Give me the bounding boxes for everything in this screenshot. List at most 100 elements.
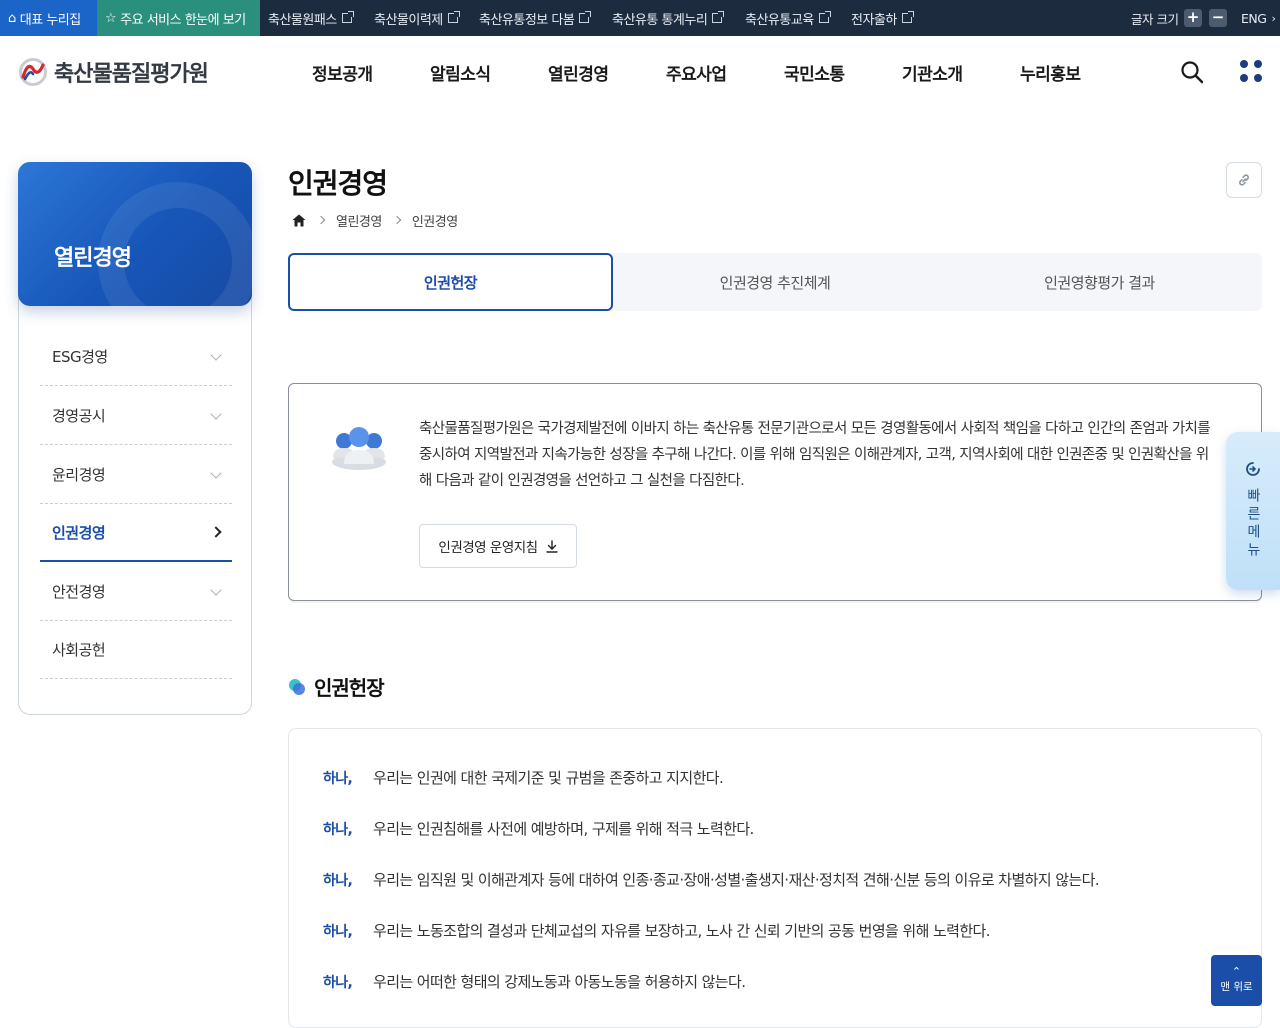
sidebar-item-human-rights[interactable]: 인권경영 <box>40 504 232 562</box>
sidebar-item-label: 경영공시 <box>52 407 106 425</box>
topbar-link-e-shipment[interactable]: 전자출하 <box>851 0 914 36</box>
topbar-link-statistics[interactable]: 축산유통 통계누리 <box>612 0 725 36</box>
topbar-link-onepass[interactable]: 축산물원패스 <box>268 0 354 36</box>
list-item: 하나, 우리는 어떠한 형태의 강제노동과 아동노동을 허용하지 않는다. <box>323 971 746 992</box>
share-link-button[interactable] <box>1226 162 1262 198</box>
site-header: 축산물품질평가원 정보공개 알림소식 열린경영 주요사업 국민소통 기관소개 누… <box>0 36 1280 108</box>
menu-dot <box>1240 74 1248 82</box>
intro-box: 축산물품질평가원은 국가경제발전에 이바지 하는 축산유통 전문기관으로서 모든… <box>288 383 1262 601</box>
language-label: ENG <box>1241 10 1267 26</box>
quick-menu-label: 빠른메뉴 <box>1245 488 1261 560</box>
topbar-link-dabom[interactable]: 축산유통정보 다봄 <box>479 0 592 36</box>
font-decrease-button[interactable]: − <box>1209 9 1227 27</box>
nav-info-disclosure[interactable]: 정보공개 <box>312 60 373 85</box>
sidebar-item-safety[interactable]: 안전경영 <box>40 563 232 621</box>
list-item: 하나, 우리는 인권침해를 사전에 예방하며, 구제를 위해 적극 노력한다. <box>323 818 754 839</box>
download-icon <box>545 539 558 553</box>
quick-menu-button[interactable]: 빠른메뉴 <box>1226 432 1280 590</box>
topbar-link-label: 축산유통 통계누리 <box>612 12 708 28</box>
site-logo[interactable]: 축산물품질평가원 <box>18 56 209 88</box>
list-item: 하나, 우리는 인권에 대한 국제기준 및 규범을 존중하고 지지한다. <box>323 767 724 788</box>
back-to-top-button[interactable]: ⌃ 맨 위로 <box>1211 955 1262 1006</box>
logo-mark-icon <box>19 58 47 86</box>
sidebar-item-disclosure[interactable]: 경영공시 <box>40 387 232 445</box>
external-link-icon <box>447 11 460 23</box>
language-eng-link[interactable]: ENG › <box>1241 0 1276 36</box>
nav-communication[interactable]: 국민소통 <box>784 60 845 85</box>
home-icon[interactable] <box>292 214 306 227</box>
nav-about[interactable]: 기관소개 <box>902 60 963 85</box>
list-item-lead: 하나, <box>323 821 353 838</box>
chevron-right-icon <box>210 526 222 538</box>
search-icon[interactable] <box>1180 60 1204 84</box>
utility-bar: ⌂ 대표 누리집 ☆ 주요 서비스 한눈에 보기 축산물원패스 축산물이력제 축… <box>0 0 1280 36</box>
link-icon <box>1239 174 1249 186</box>
section-heading: 인권헌장 <box>288 672 385 701</box>
section-title: 인권헌장 <box>314 676 385 700</box>
chevron-down-icon <box>210 583 222 596</box>
breadcrumb-separator-icon <box>316 215 326 225</box>
tab-promotion-system[interactable]: 인권경영 추진체계 <box>613 253 937 311</box>
sidebar-item-label: 안전경영 <box>52 583 106 601</box>
nav-news[interactable]: 알림소식 <box>430 60 491 85</box>
list-item-text: 우리는 인권침해를 사전에 예방하며, 구제를 위해 적극 노력한다. <box>373 820 754 838</box>
topbar-link-education[interactable]: 축산유통교육 <box>745 0 831 36</box>
external-link-icon <box>712 11 725 23</box>
breadcrumb: 열린경영 인권경영 <box>292 210 458 230</box>
nav-promotion[interactable]: 누리홍보 <box>1020 60 1081 85</box>
guideline-download-button[interactable]: 인권경영 운영지침 <box>419 524 577 568</box>
tab-human-rights-charter[interactable]: 인권헌장 <box>288 253 613 311</box>
star-icon: ☆ <box>105 10 117 26</box>
topbar-link-traceability[interactable]: 축산물이력제 <box>374 0 460 36</box>
chevron-up-icon: ⌃ <box>1231 965 1242 978</box>
chevron-down-icon <box>210 348 222 361</box>
external-link-icon <box>579 11 592 23</box>
list-item: 하나, 우리는 노동조합의 결성과 단체교섭의 자유를 보장하고, 노사 간 신… <box>323 920 991 941</box>
sidebar-item-label: 인권경영 <box>52 523 106 542</box>
topbar-link-label: 축산물이력제 <box>374 12 443 28</box>
external-link-icon <box>901 11 914 23</box>
list-item-lead: 하나, <box>323 974 353 991</box>
people-group-icon <box>332 427 386 470</box>
breadcrumb-open-management[interactable]: 열린경영 <box>336 211 382 230</box>
home-icon: ⌂ <box>8 10 16 26</box>
sidebar-item-label: 사회공헌 <box>52 641 106 659</box>
topbar-link-label: 전자출하 <box>851 12 897 28</box>
content-tabs: 인권헌장 인권경영 추진체계 인권영향평가 결과 <box>288 253 1262 311</box>
section-bullet-icon <box>289 678 305 695</box>
side-nav-header: 열린경영 <box>18 162 252 306</box>
quick-menu-icon <box>1246 462 1260 476</box>
topbar-link-label: 축산유통정보 다봄 <box>479 12 575 28</box>
font-size-label: 글자 크기 <box>1131 11 1179 27</box>
list-item-text: 우리는 인권에 대한 국제기준 및 규범을 존중하고 지지한다. <box>373 769 724 787</box>
nav-major-business[interactable]: 주요사업 <box>666 60 727 85</box>
nav-open-management[interactable]: 열린경영 <box>548 60 609 85</box>
topbar-link-label: 축산유통교육 <box>745 12 814 28</box>
list-item: 하나, 우리는 임직원 및 이해관계자 등에 대하여 인종·종교·장애·성별·출… <box>323 869 1100 890</box>
list-item-text: 우리는 노동조합의 결성과 단체교섭의 자유를 보장하고, 노사 간 신뢰 기반… <box>373 922 991 940</box>
list-item-lead: 하나, <box>323 923 353 940</box>
chevron-down-icon <box>210 466 222 479</box>
font-increase-button[interactable]: + <box>1184 9 1202 27</box>
tab-impact-assessment[interactable]: 인권영향평가 결과 <box>937 253 1262 311</box>
sidebar-item-esg[interactable]: ESG경영 <box>40 328 232 386</box>
home-link[interactable]: ⌂ 대표 누리집 <box>0 0 97 36</box>
breadcrumb-human-rights[interactable]: 인권경영 <box>412 211 458 230</box>
sidebar-item-ethics[interactable]: 윤리경영 <box>40 446 232 504</box>
external-link-icon <box>341 11 354 23</box>
breadcrumb-separator-icon <box>392 215 402 225</box>
external-link-icon <box>818 11 831 23</box>
charter-list: 하나, 우리는 인권에 대한 국제기준 및 규범을 존중하고 지지한다. 하나,… <box>288 728 1262 1028</box>
services-overview-link[interactable]: ☆ 주요 서비스 한눈에 보기 <box>97 0 260 36</box>
sidebar-item-label: ESG경영 <box>52 348 108 366</box>
chevron-right-icon: › <box>1271 11 1276 25</box>
list-item-lead: 하나, <box>323 770 353 787</box>
services-overview-label: 주요 서비스 한눈에 보기 <box>120 12 246 28</box>
sidebar-item-social-contribution[interactable]: 사회공헌 <box>40 621 232 679</box>
home-link-label: 대표 누리집 <box>19 12 81 28</box>
side-nav: 열린경영 ESG경영 경영공시 윤리경영 인권경영 안전경영 사회공헌 <box>18 162 252 715</box>
page-title: 인권경영 <box>288 167 388 200</box>
intro-text: 축산물품질평가원은 국가경제발전에 이바지 하는 축산유통 전문기관으로서 모든… <box>419 421 1211 489</box>
all-menu-icon[interactable] <box>1240 60 1262 82</box>
list-item-text: 우리는 임직원 및 이해관계자 등에 대하여 인종·종교·장애·성별·출생지·재… <box>373 871 1100 889</box>
